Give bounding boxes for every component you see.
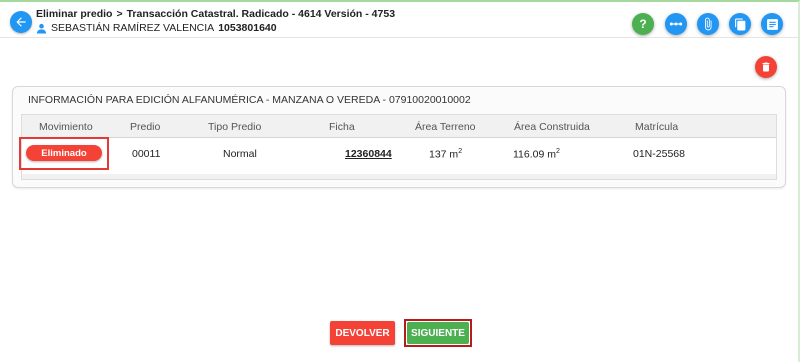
page-header: Eliminar predio > Transacción Catastral. R… [0, 2, 798, 38]
attachments-button[interactable] [697, 13, 719, 35]
col-tipo-predio: Tipo Predio [208, 121, 262, 133]
col-area-construida: Área Construida [514, 121, 590, 133]
table-row: 00011 Normal 12360844 137 m2 116.09 m2 0… [22, 138, 776, 174]
cell-predio: 00011 [132, 148, 161, 160]
col-matricula: Matrícula [635, 121, 679, 133]
user-name: SEBASTIÁN RAMÍREZ VALENCIA [51, 22, 215, 34]
movimiento-highlight: Eliminado [19, 137, 109, 170]
predios-table: Movimiento Predio Tipo Predio Ficha Área… [21, 114, 777, 180]
cell-area-construida: 116.09 m2 [513, 148, 560, 161]
cell-tipo-predio: Normal [223, 148, 257, 160]
back-button[interactable] [10, 11, 32, 33]
breadcrumb-separator: > [116, 8, 123, 20]
card-title: INFORMACIÓN PARA EDICIÓN ALFANUMÉRICA - … [28, 94, 471, 106]
edit-info-card: INFORMACIÓN PARA EDICIÓN ALFANUMÉRICA - … [12, 86, 786, 188]
breadcrumb-item-transaccion: Transacción Catastral. Radicado - 4614 V… [126, 8, 396, 20]
copy-button[interactable] [729, 13, 751, 35]
help-icon: ? [639, 17, 647, 31]
table-header: Movimiento Predio Tipo Predio Ficha Área… [22, 115, 776, 138]
area-terreno-value: 137 m [429, 148, 459, 161]
area-construida-value: 116.09 m [513, 148, 556, 161]
list-icon [766, 18, 778, 30]
col-area-terreno: Área Terreno [415, 121, 476, 133]
col-movimiento: Movimiento [39, 121, 93, 133]
area-terreno-unit-exp: 2 [458, 148, 463, 155]
col-ficha: Ficha [329, 121, 355, 133]
area-construida-unit-exp: 2 [556, 148, 560, 155]
delete-predio-button[interactable] [755, 56, 777, 78]
trash-icon [762, 62, 770, 72]
list-button[interactable] [761, 13, 783, 35]
connections-button[interactable] [665, 13, 687, 35]
breadcrumb: Eliminar predio > Transacción Catastral. R… [36, 8, 395, 20]
user-info: SEBASTIÁN RAMÍREZ VALENCIA 1053801640 [36, 22, 277, 34]
next-button[interactable]: SIGUIENTE [407, 322, 469, 344]
ficha-link[interactable]: 12360844 [345, 148, 392, 160]
dots-icon [669, 22, 683, 26]
copy-icon [734, 18, 745, 30]
cell-area-terreno: 137 m2 [429, 148, 462, 161]
next-button-highlight: SIGUIENTE [404, 319, 472, 347]
return-button[interactable]: DEVOLVER [330, 321, 395, 345]
arrow-left-icon [16, 17, 26, 27]
paperclip-icon [705, 17, 712, 31]
col-predio: Predio [130, 121, 161, 133]
person-icon [36, 23, 47, 34]
cell-matricula: 01N-25568 [633, 148, 685, 160]
user-document: 1053801640 [218, 22, 277, 34]
breadcrumb-item-eliminar[interactable]: Eliminar predio [36, 8, 112, 20]
help-button[interactable]: ? [632, 13, 654, 35]
status-badge-eliminado[interactable]: Eliminado [26, 145, 102, 161]
